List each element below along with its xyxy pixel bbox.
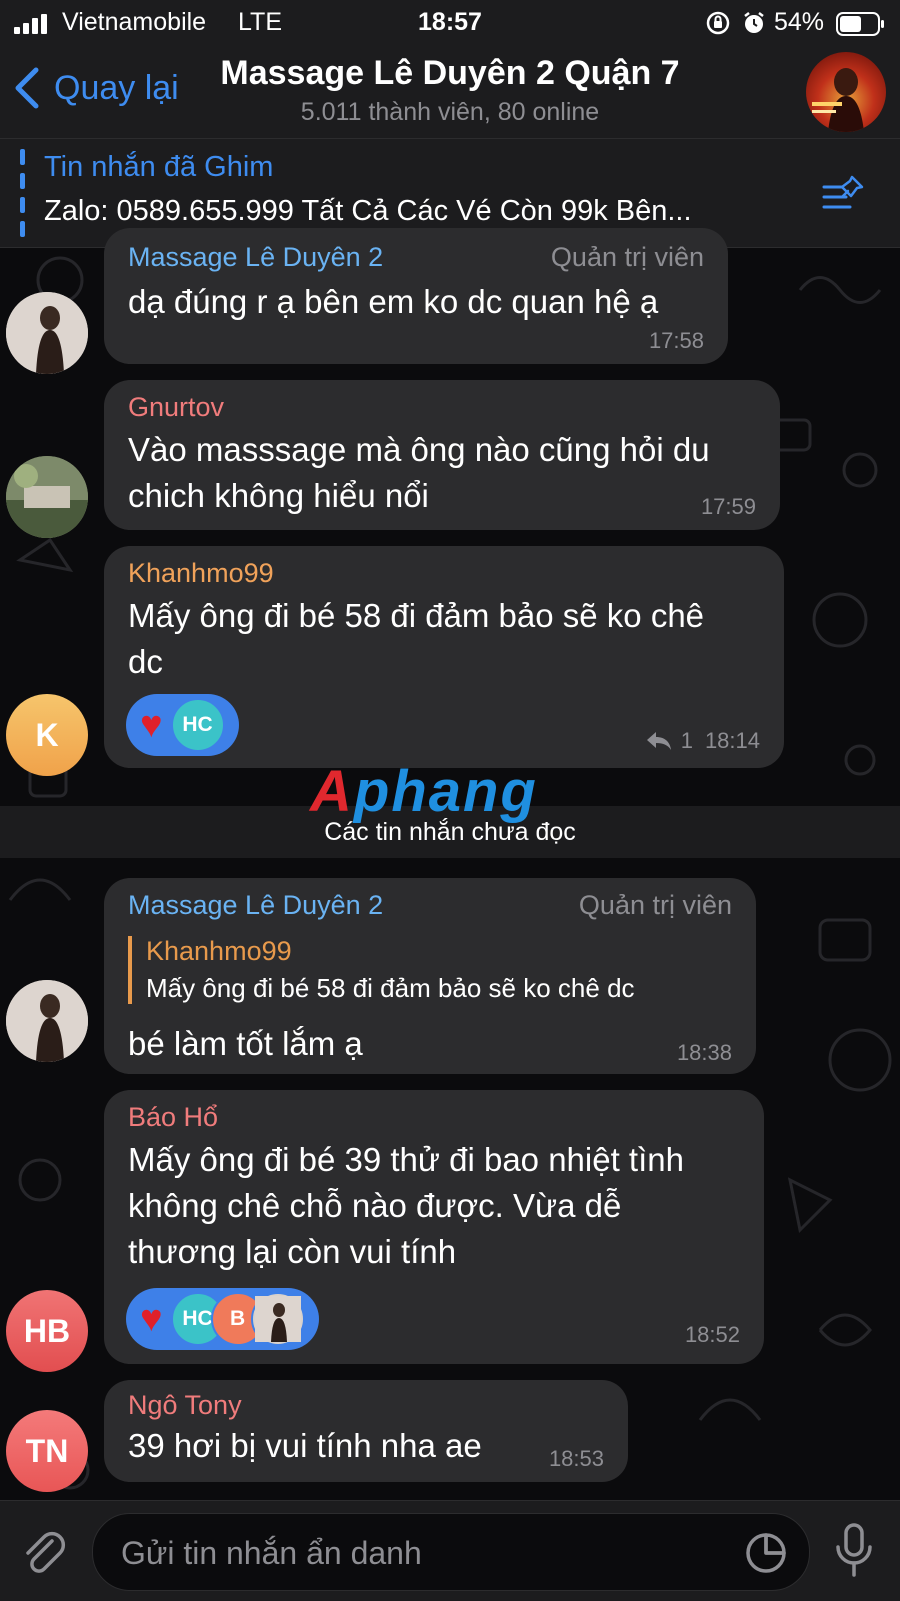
group-avatar-image — [812, 68, 864, 132]
reply-quote[interactable]: Khanhmo99 Mấy ông đi bé 58 đi đảm bảo sẽ… — [128, 936, 635, 1004]
message-time: 17:58 — [648, 328, 704, 353]
sticker-icon[interactable] — [745, 1532, 787, 1574]
message-text: dạ đúng r ạ bên em ko dc quan hệ ạ — [128, 283, 659, 320]
message-time: 18:38 — [676, 1040, 732, 1065]
message-sender[interactable]: Massage Lê Duyên 2 — [128, 242, 383, 273]
message-sender[interactable]: Ngô Tony — [128, 1390, 242, 1421]
lock-rotation-icon — [706, 11, 730, 35]
member-count: 5.011 thành viên, 80 online — [300, 98, 600, 126]
avatar-admin[interactable] — [6, 980, 88, 1062]
message-time: 18:52 — [684, 1322, 740, 1347]
avatar-admin[interactable] — [6, 292, 88, 374]
message-bubble[interactable]: Massage Lê Duyên 2 Quản trị viên dạ đúng… — [104, 228, 728, 364]
message-text: Mấy ông đi bé 58 đi đảm bảo sẽ ko chê — [128, 597, 705, 634]
avatar-photo — [6, 980, 88, 1062]
message-text: không chê chỗ nào được. Vừa dễ — [128, 1187, 622, 1224]
reply-count[interactable]: 1 18:14 — [645, 728, 760, 754]
chat-header: Quay lại Massage Lê Duyên 2 Quận 7 5.011… — [0, 46, 900, 139]
battery-percent: 54% — [774, 8, 825, 36]
avatar-photo — [6, 292, 88, 374]
message-text: Vào masssage mà ông nào cũng hỏi du — [128, 431, 710, 468]
quote-sender: Khanhmo99 — [146, 936, 292, 966]
message-sender[interactable]: Khanhmo99 — [128, 558, 274, 589]
message-bubble[interactable]: Massage Lê Duyên 2 Quản trị viên Khanhmo… — [104, 878, 756, 1074]
avatar-k[interactable]: K — [6, 694, 88, 776]
paperclip-icon[interactable] — [22, 1529, 66, 1577]
watermark-logo: Aphang — [310, 759, 538, 824]
message-time: 17:59 — [700, 494, 756, 519]
admin-role-label: Quản trị viên — [550, 242, 704, 272]
quote-text: Mấy ông đi bé 58 đi đảm bảo sẽ ko chê dc — [146, 973, 635, 1003]
back-label: Quay lại — [54, 68, 179, 107]
battery-icon — [836, 12, 884, 36]
message-text: 39 hơi bị vui tính nha ae — [128, 1427, 482, 1464]
chevron-left-icon — [15, 67, 39, 109]
group-avatar[interactable] — [806, 52, 886, 132]
reactor-avatar: HC — [170, 698, 225, 752]
reply-count-value: 1 — [680, 728, 693, 753]
avatar-gnurtov[interactable] — [6, 456, 88, 538]
back-button[interactable]: Quay lại — [14, 60, 179, 116]
reaction-pill[interactable]: ♥ HC B — [126, 1288, 319, 1350]
message-text: Mấy ông đi bé 39 thử đi bao nhiệt tình — [128, 1141, 684, 1178]
message-input-text[interactable] — [119, 1514, 703, 1592]
alarm-icon — [744, 12, 764, 33]
avatar-photo — [6, 456, 88, 538]
message-text: thương lại còn vui tính — [128, 1233, 457, 1270]
message-text: chich không hiểu nổi — [128, 477, 429, 514]
message-text: dc — [128, 643, 163, 680]
message-input[interactable] — [92, 1513, 810, 1592]
message-sender[interactable]: Massage Lê Duyên 2 — [128, 890, 383, 921]
chat-title[interactable]: Massage Lê Duyên 2 Quận 7 — [200, 54, 700, 93]
heart-icon: ♥ — [140, 704, 163, 746]
avatar-hb[interactable]: HB — [6, 1290, 88, 1372]
message-input-bar — [0, 1500, 900, 1601]
message-time: 18:14 — [704, 728, 760, 753]
pinned-title: Tin nhắn đã Ghim — [44, 151, 274, 183]
pinned-indicator — [20, 149, 25, 237]
microphone-icon[interactable] — [834, 1523, 874, 1579]
pin-list-icon[interactable] — [822, 173, 866, 213]
reaction-pill[interactable]: ♥ HC — [126, 694, 239, 756]
message-time: 18:53 — [548, 1446, 604, 1471]
avatar-tn[interactable]: TN — [6, 1410, 88, 1492]
reactor-avatar-photo — [250, 1292, 305, 1346]
message-bubble[interactable]: Ngô Tony 39 hơi bị vui tính nha ae 18:53 — [104, 1380, 628, 1482]
status-bar: Vietnamobile LTE 18:57 54% — [0, 0, 900, 46]
message-bubble[interactable]: Báo Hổ Mấy ông đi bé 39 thử đi bao nhiệt… — [104, 1090, 764, 1364]
reply-icon — [646, 732, 671, 750]
message-bubble[interactable]: Gnurtov Vào masssage mà ông nào cũng hỏi… — [104, 380, 780, 530]
pinned-text: Zalo: 0589.655.999 Tất Cả Các Vé Còn 99k… — [44, 195, 692, 227]
heart-icon: ♥ — [140, 1298, 163, 1340]
message-bubble[interactable]: Khanhmo99 Mấy ông đi bé 58 đi đảm bảo sẽ… — [104, 546, 784, 768]
message-sender[interactable]: Gnurtov — [128, 392, 224, 423]
message-text: bé làm tốt lắm ạ — [128, 1025, 363, 1062]
message-sender[interactable]: Báo Hổ — [128, 1102, 218, 1133]
admin-role-label: Quản trị viên — [578, 890, 732, 920]
